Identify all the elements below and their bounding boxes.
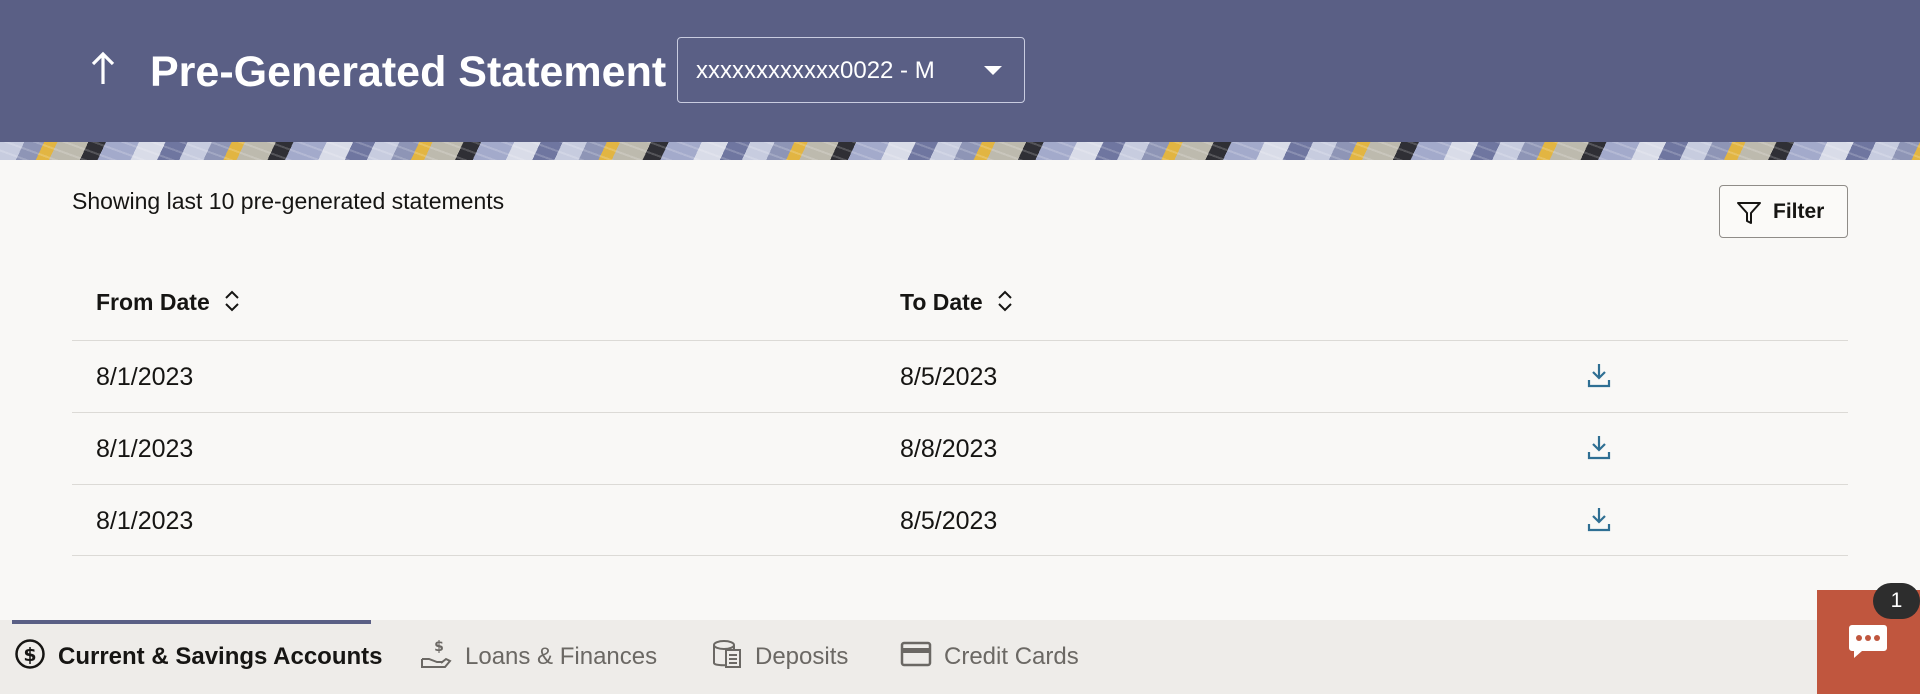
- column-header-label: To Date: [900, 289, 983, 315]
- filter-label: Filter: [1773, 200, 1825, 223]
- sort-icon: [224, 290, 240, 318]
- credit-card-icon: [900, 641, 944, 674]
- back-arrow-icon[interactable]: [88, 48, 122, 88]
- filter-button[interactable]: Filter: [1719, 185, 1848, 238]
- svg-text:$: $: [434, 639, 444, 655]
- dollar-circle-icon: $: [14, 638, 58, 677]
- tab-loans-finances[interactable]: $ Loans & Finances: [419, 620, 657, 694]
- to-date-cell: 8/5/2023: [900, 363, 998, 391]
- tab-label: Loans & Finances: [465, 643, 658, 670]
- download-icon[interactable]: [1586, 505, 1612, 533]
- column-header-from-date[interactable]: From Date: [96, 288, 240, 318]
- column-header-label: From Date: [96, 289, 210, 315]
- account-type-tabs: $ Current & Savings Accounts $ Loans & F…: [0, 620, 1920, 694]
- notification-badge: 1: [1873, 583, 1920, 619]
- coin-stack-icon: [711, 638, 755, 677]
- tab-credit-cards[interactable]: Credit Cards: [900, 620, 1079, 694]
- from-date-cell: 8/1/2023: [96, 507, 194, 535]
- caret-down-icon: [984, 66, 1002, 75]
- to-date-cell: 8/8/2023: [900, 435, 998, 463]
- column-header-to-date[interactable]: To Date: [900, 288, 1013, 318]
- page-header: Pre-Generated Statement xxxxxxxxxxxx0022…: [0, 0, 1920, 142]
- download-icon[interactable]: [1586, 361, 1612, 389]
- tab-current-savings-accounts[interactable]: $ Current & Savings Accounts: [14, 620, 383, 694]
- tab-label: Credit Cards: [944, 643, 1079, 670]
- table-row: 8/1/2023 8/5/2023: [72, 340, 1848, 412]
- to-date-cell: 8/5/2023: [900, 507, 998, 535]
- tab-deposits[interactable]: Deposits: [711, 620, 848, 694]
- download-icon[interactable]: [1586, 433, 1612, 461]
- tab-label: Deposits: [755, 643, 849, 670]
- from-date-cell: 8/1/2023: [96, 363, 194, 391]
- chat-bubble-icon: [1848, 623, 1888, 666]
- sort-icon: [997, 290, 1013, 318]
- svg-text:$: $: [23, 644, 36, 666]
- hand-money-icon: $: [419, 637, 465, 678]
- filter-icon: [1736, 200, 1762, 231]
- account-selector-value: xxxxxxxxxxxx0022 - M: [696, 57, 935, 84]
- tab-label: Current & Savings Accounts: [58, 643, 383, 670]
- table-row: 8/1/2023 8/5/2023: [72, 484, 1848, 556]
- page-title: Pre-Generated Statement: [150, 48, 667, 96]
- from-date-cell: 8/1/2023: [96, 435, 194, 463]
- decorative-banner: [0, 142, 1920, 160]
- table-row: 8/1/2023 8/8/2023: [72, 412, 1848, 484]
- statement-count-text: Showing last 10 pre-generated statements: [72, 188, 505, 214]
- account-selector[interactable]: xxxxxxxxxxxx0022 - M: [677, 37, 1025, 103]
